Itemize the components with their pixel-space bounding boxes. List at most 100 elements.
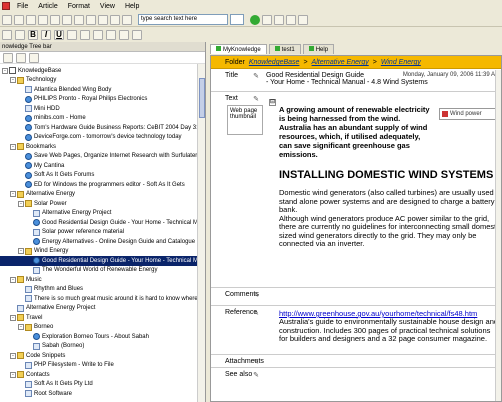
- tree-item[interactable]: PHP Filesystem - Write to File: [0, 361, 205, 371]
- comments-field[interactable]: Comments ✎: [211, 289, 501, 306]
- open-icon[interactable]: [14, 14, 24, 25]
- tree-item[interactable]: Good Residential Design Guide - Your Hom…: [0, 218, 205, 228]
- expand-collapse-icon[interactable]: -: [18, 200, 24, 207]
- collapse-icon[interactable]: ⊟: [269, 99, 276, 106]
- search-input[interactable]: type search text here: [138, 14, 228, 25]
- tree-item[interactable]: - KnowledgeBase: [0, 66, 205, 76]
- expand-collapse-icon[interactable]: -: [10, 143, 16, 150]
- expand-collapse-icon[interactable]: -: [10, 371, 16, 378]
- bold-button[interactable]: B: [28, 29, 38, 40]
- tree-folder[interactable]: - Music: [0, 275, 205, 285]
- menu-file[interactable]: File: [14, 3, 31, 10]
- tree-new-icon[interactable]: [3, 53, 13, 63]
- tree-folder[interactable]: - Solar Power: [0, 199, 205, 209]
- tree-item[interactable]: Sabah (Borneo): [0, 342, 205, 352]
- tree-item[interactable]: Soft As It Gets Forums: [0, 171, 205, 181]
- edit-comments-icon[interactable]: ✎: [253, 291, 259, 299]
- expand-collapse-icon[interactable]: -: [10, 191, 16, 198]
- tree-item[interactable]: The Wonderful World of Renewable Energy: [0, 266, 205, 276]
- article-text-body[interactable]: Wind power A growing amount of renewable…: [279, 105, 501, 285]
- tree-scroll-thumb[interactable]: [199, 78, 205, 118]
- new-article-icon[interactable]: [2, 29, 12, 40]
- redo-icon[interactable]: [98, 14, 108, 25]
- copy-icon[interactable]: [50, 14, 60, 25]
- page-setup-icon[interactable]: [274, 14, 284, 25]
- tree-item[interactable]: PHILIPS Pronto - Royal Philips Electroni…: [0, 95, 205, 105]
- tree-folder[interactable]: - Contacts: [0, 370, 205, 380]
- attachments-field[interactable]: Attachments ✎: [211, 356, 501, 368]
- tree-item[interactable]: Good Residential Design Guide - Your Hom…: [0, 256, 205, 266]
- tree-item[interactable]: minibs.com - Home: [0, 114, 205, 124]
- tree-folder[interactable]: - Travel: [0, 313, 205, 323]
- menu-help[interactable]: Help: [122, 3, 142, 10]
- breadcrumb-root[interactable]: KnowledgeBase: [249, 56, 300, 68]
- tree-item[interactable]: There is so much great music around it i…: [0, 294, 205, 304]
- menu-view[interactable]: View: [97, 3, 118, 10]
- indent-icon[interactable]: [106, 29, 116, 40]
- capture-icon[interactable]: [122, 14, 132, 25]
- undo-icon[interactable]: [86, 14, 96, 25]
- tree-folder[interactable]: - Code Snippets: [0, 351, 205, 361]
- tree-item[interactable]: Alternative Energy Project: [0, 209, 205, 219]
- paste-icon[interactable]: [62, 14, 72, 25]
- save-icon[interactable]: [26, 14, 36, 25]
- tree-folder[interactable]: - Alternative Energy: [0, 190, 205, 200]
- link-icon[interactable]: [119, 29, 129, 40]
- tree-folder[interactable]: - Bookmarks: [0, 142, 205, 152]
- tab-test1[interactable]: test1: [268, 44, 301, 54]
- breadcrumb-item-wind-energy[interactable]: Wind Energy: [381, 56, 421, 68]
- web-page-thumbnail[interactable]: Web page thumbnail: [227, 105, 263, 135]
- menu-article[interactable]: Article: [35, 3, 60, 10]
- tree-scrollbar[interactable]: [197, 64, 205, 402]
- edit-text-icon[interactable]: ✎: [253, 95, 259, 103]
- tree-item[interactable]: Energy Alternatives - Online Design Guid…: [0, 237, 205, 247]
- expand-collapse-icon[interactable]: -: [18, 248, 24, 255]
- tree-item[interactable]: Atlantica Blended Wing Body: [0, 85, 205, 95]
- tree-item[interactable]: My Cantina: [0, 161, 205, 171]
- tree-filter-icon[interactable]: [16, 53, 26, 63]
- print-preview-icon[interactable]: [298, 14, 308, 25]
- new-icon[interactable]: [2, 14, 12, 25]
- tree-item[interactable]: Root Software: [0, 389, 205, 399]
- expand-collapse-icon[interactable]: -: [18, 324, 24, 331]
- tree-item[interactable]: Mini HDD: [0, 104, 205, 114]
- breadcrumb-item-alt-energy[interactable]: Alternative Energy: [312, 56, 369, 68]
- article-scrollbar[interactable]: [495, 70, 501, 401]
- tab-help[interactable]: Help: [302, 44, 335, 54]
- expand-collapse-icon[interactable]: -: [10, 276, 16, 283]
- underline-button[interactable]: U: [54, 29, 64, 40]
- go-back-icon[interactable]: [250, 14, 260, 25]
- search-dropdown[interactable]: [230, 14, 244, 25]
- expand-collapse-icon[interactable]: -: [10, 314, 16, 321]
- tree-item[interactable]: Solar power reference material: [0, 228, 205, 238]
- expand-collapse-icon[interactable]: -: [10, 352, 16, 359]
- tree-item[interactable]: Soft As It Gets Pty Ltd: [0, 380, 205, 390]
- tree-item[interactable]: Save Web Pages, Organize Internet Resear…: [0, 152, 205, 162]
- edit-see-also-icon[interactable]: ✎: [253, 371, 259, 379]
- find-icon[interactable]: [110, 14, 120, 25]
- tree-item[interactable]: ED for Windows the programmers editor - …: [0, 180, 205, 190]
- expand-collapse-icon[interactable]: -: [2, 67, 8, 74]
- see-also-field[interactable]: See also ✎: [211, 369, 501, 381]
- tree-item[interactable]: Rhythm and Blues: [0, 285, 205, 295]
- tree-folder[interactable]: - Wind Energy: [0, 247, 205, 257]
- edit-reference-icon[interactable]: ✎: [253, 309, 259, 317]
- tree-options-icon[interactable]: [29, 53, 39, 63]
- tree-item[interactable]: Exploration Borneo Tours - About Sabah: [0, 332, 205, 342]
- title-value[interactable]: Good Residential Design Guide Monday, Ja…: [263, 70, 501, 91]
- edit-attachments-icon[interactable]: ✎: [253, 358, 259, 366]
- tree-folder[interactable]: - Technology: [0, 76, 205, 86]
- align-center-icon[interactable]: [80, 29, 90, 40]
- print-icon[interactable]: [286, 14, 296, 25]
- tree-item[interactable]: Tom's Hardware Guide Business Reports: C…: [0, 123, 205, 133]
- expand-collapse-icon[interactable]: -: [10, 77, 16, 84]
- align-left-icon[interactable]: [67, 29, 77, 40]
- menu-format[interactable]: Format: [65, 3, 93, 10]
- edit-title-icon[interactable]: ✎: [253, 72, 259, 80]
- bullets-icon[interactable]: [93, 29, 103, 40]
- table-icon[interactable]: [132, 29, 142, 40]
- tree-item[interactable]: Alternative Energy Project: [0, 304, 205, 314]
- tree-item[interactable]: DeviceForge.com - tomorrow's device tech…: [0, 133, 205, 143]
- forward-icon[interactable]: [262, 14, 272, 25]
- new-folder-icon[interactable]: [15, 29, 25, 40]
